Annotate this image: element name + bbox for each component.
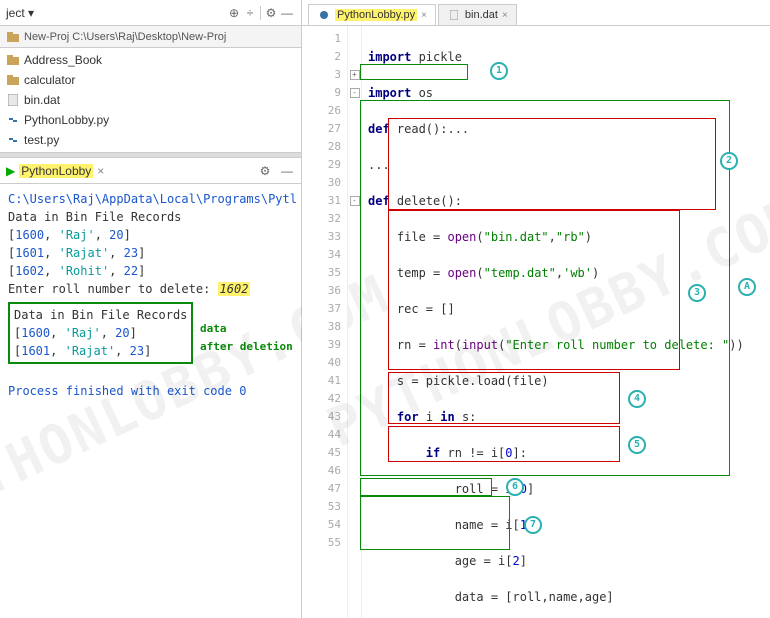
target-icon[interactable]: ⊕ <box>226 5 242 21</box>
editor-tabs: PythonLobby.py × bin.dat × <box>302 0 770 26</box>
run-icon: ▶ <box>6 164 15 178</box>
console-line: Process finished with exit code 0 <box>8 382 293 400</box>
folder-icon <box>6 30 20 44</box>
tree-item[interactable]: calculator <box>0 70 301 90</box>
tab-pythonlobby[interactable]: PythonLobby.py × <box>308 4 436 25</box>
fold-toggle[interactable]: + <box>350 70 360 80</box>
collapse-icon[interactable]: ÷ <box>242 5 258 21</box>
hide-icon[interactable]: — <box>279 5 295 21</box>
gear-icon[interactable]: ⚙ <box>263 5 279 21</box>
project-menu-label[interactable]: ject ▾ <box>6 6 34 20</box>
folder-icon <box>6 73 20 87</box>
console-line: C:\Users\Raj\AppData\Local\Programs\Pytl <box>8 190 293 208</box>
fold-toggle[interactable]: - <box>350 88 360 98</box>
code-editor[interactable]: 1239262728293031323334353637383940414243… <box>302 26 770 618</box>
tree-item[interactable]: PythonLobby.py <box>0 110 301 130</box>
tree-item[interactable]: Address_Book <box>0 50 301 70</box>
close-icon[interactable]: × <box>97 164 104 178</box>
file-icon <box>447 8 461 22</box>
gear-icon[interactable]: ⚙ <box>257 163 273 179</box>
file-icon <box>6 93 20 107</box>
console-line: [1602, 'Rohit', 22] <box>8 262 293 280</box>
console-output: C:\Users\Raj\AppData\Local\Programs\Pytl… <box>0 184 301 618</box>
run-tab-label[interactable]: PythonLobby <box>19 164 93 178</box>
tab-bindat[interactable]: bin.dat × <box>438 4 517 25</box>
badge-4: 4 <box>628 390 646 408</box>
breadcrumb: New-Proj C:\Users\Raj\Desktop\New-Proj <box>0 26 301 48</box>
tree-item[interactable]: test.py <box>0 130 301 150</box>
tree-item[interactable]: bin.dat <box>0 90 301 110</box>
code-content[interactable]: import pickle import os def read():... .… <box>362 26 770 618</box>
deleted-result-box: Data in Bin File Records [1600, 'Raj', 2… <box>8 302 193 364</box>
console-line: [1600, 'Raj', 20] <box>8 226 293 244</box>
annotation-label: dataafter deletion <box>200 320 293 356</box>
python-file-icon <box>6 133 20 147</box>
project-toolbar: ject ▾ ⊕ ÷ ⚙ — <box>0 0 301 26</box>
console-line: [1601, 'Rajat', 23] <box>8 244 293 262</box>
annot-box-1 <box>360 64 468 80</box>
fold-toggle[interactable]: - <box>350 196 360 206</box>
hide-icon[interactable]: — <box>279 163 295 179</box>
project-tree: Address_Book calculator bin.dat PythonLo… <box>0 48 301 152</box>
folder-icon <box>6 53 20 67</box>
close-icon[interactable]: × <box>502 10 508 21</box>
python-file-icon <box>317 8 331 22</box>
run-pane-header: ▶ PythonLobby × ⚙ — <box>0 158 301 184</box>
python-file-icon <box>6 113 20 127</box>
console-line: Enter roll number to delete: 1602 <box>8 280 293 298</box>
line-gutter: 1239262728293031323334353637383940414243… <box>302 26 348 618</box>
console-line: Data in Bin File Records <box>8 208 293 226</box>
close-icon[interactable]: × <box>421 10 427 21</box>
fold-column: + - - <box>348 26 362 618</box>
